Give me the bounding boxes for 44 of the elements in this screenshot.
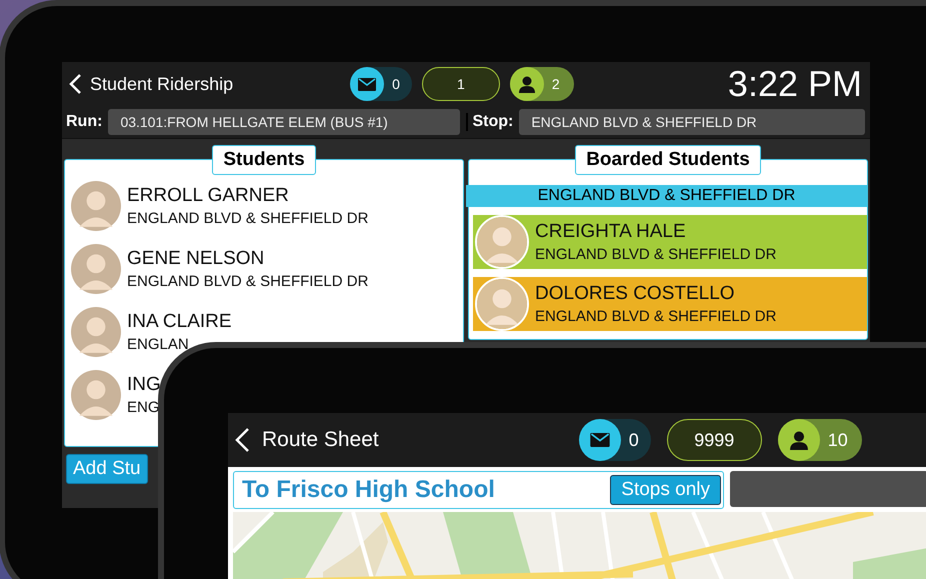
student-stop: ENG xyxy=(127,399,161,416)
input-field[interactable] xyxy=(730,471,926,507)
messages-button[interactable]: 0 xyxy=(578,419,651,461)
chevron-left-icon xyxy=(68,73,82,95)
run-label: Run: xyxy=(66,113,102,131)
student-stop: ENGLAND BLVD & SHEFFIELD DR xyxy=(127,210,368,227)
riders-button[interactable]: 2 xyxy=(510,67,574,101)
run-field[interactable]: 03.101:FROM HELLGATE ELEM (BUS #1) xyxy=(108,109,460,135)
counter-button[interactable]: 1 xyxy=(422,67,500,101)
avatar-icon xyxy=(71,244,121,294)
avatar-icon xyxy=(71,370,121,420)
student-name: ERROLL GARNER xyxy=(127,185,290,207)
avatar-icon xyxy=(475,215,529,269)
chevron-left-icon xyxy=(234,427,250,453)
stop-label: Stop: xyxy=(466,113,514,131)
back-button[interactable]: Student Ridership xyxy=(68,73,234,95)
mail-icon xyxy=(590,433,610,447)
stop-header: ENGLAND BLVD & SHEFFIELD DR xyxy=(466,185,867,207)
student-name: INA CLAIRE xyxy=(127,311,232,333)
clock-time: 3:22 PM xyxy=(728,63,862,105)
student-stop: ENGLAN xyxy=(127,336,190,353)
student-name: CREIGHTA HALE xyxy=(535,221,687,243)
back-button[interactable]: Route Sheet xyxy=(234,427,379,453)
avatar-icon xyxy=(71,181,121,231)
boarded-student-row[interactable]: DOLORES COSTELLO ENGLAND BLVD & SHEFFIELD DR xyxy=(473,277,867,331)
avatar-icon xyxy=(475,277,529,331)
student-stop: ENGLAND BLVD & SHEFFIELD DR xyxy=(535,308,776,325)
student-stop: ENGLAND BLVD & SHEFFIELD DR xyxy=(127,273,368,290)
avatar-icon xyxy=(71,307,121,357)
route-name: To Frisco High School xyxy=(242,476,495,504)
messages-button[interactable]: 0 xyxy=(350,67,412,101)
student-stop: ENGLAND BLVD & SHEFFIELD DR xyxy=(535,246,776,263)
student-name: GENE NELSON xyxy=(127,248,266,270)
panel-title: Students xyxy=(212,145,316,175)
stop-field[interactable]: ENGLAND BLVD & SHEFFIELD DR xyxy=(519,109,866,135)
person-icon xyxy=(790,430,808,450)
person-icon xyxy=(518,76,535,92)
student-name: DOLORES COSTELLO xyxy=(535,283,736,305)
panel-title: Boarded Students xyxy=(575,145,761,175)
counter-button[interactable]: 9999 xyxy=(666,419,762,461)
boarded-student-row[interactable]: CREIGHTA HALE ENGLAND BLVD & SHEFFIELD DR xyxy=(473,215,867,269)
riders-button[interactable]: 10 xyxy=(778,419,862,461)
mail-icon xyxy=(358,78,376,90)
student-name: ING xyxy=(127,374,161,396)
